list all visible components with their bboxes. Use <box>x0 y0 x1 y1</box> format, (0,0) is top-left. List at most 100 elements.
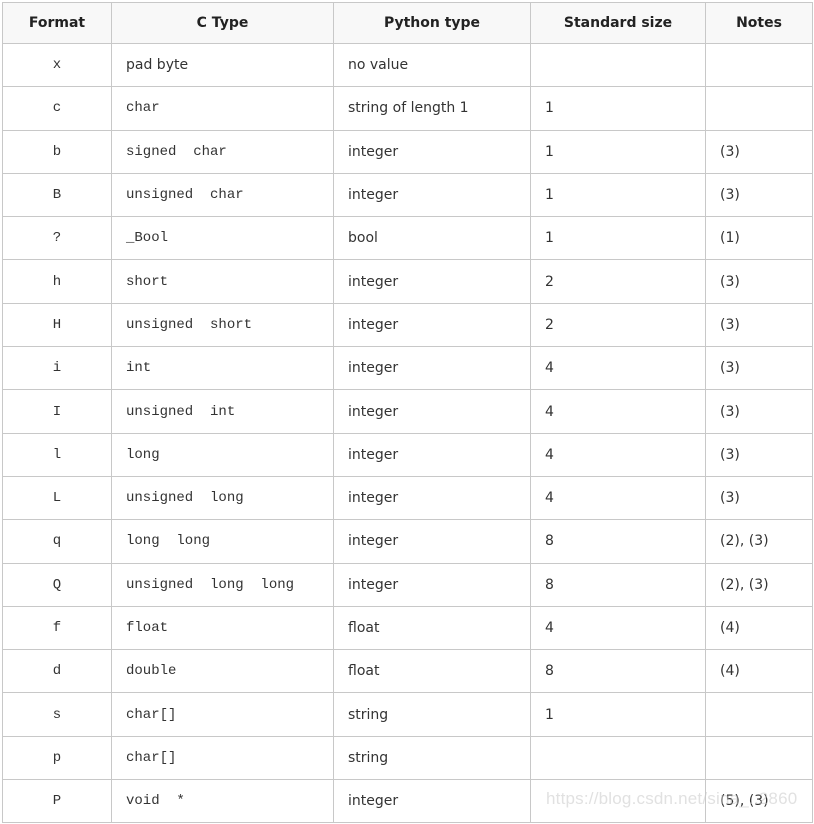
python-type-cell: integer <box>333 259 531 304</box>
standard-size-cell: 8 <box>530 562 706 607</box>
c-type-cell: signed char <box>111 129 334 174</box>
format-cell: q <box>2 519 112 564</box>
format-cell: f <box>2 605 112 651</box>
format-cell: c <box>2 86 112 131</box>
python-type-cell: integer <box>333 172 531 218</box>
python-type-cell: float <box>333 649 531 694</box>
table-row: p char[] string <box>2 735 813 781</box>
python-type-cell: integer <box>333 129 531 174</box>
standard-size-cell: 4 <box>530 432 706 477</box>
c-type-cell: short <box>111 259 334 304</box>
format-cell: b <box>2 129 112 174</box>
notes-cell <box>705 86 813 131</box>
format-cell: x <box>2 42 112 88</box>
standard-size-cell: 8 <box>530 519 706 564</box>
standard-size-cell: 1 <box>530 129 706 174</box>
python-type-cell: integer <box>333 389 531 434</box>
c-type-cell: unsigned long <box>111 475 334 521</box>
standard-size-cell: 4 <box>530 605 706 651</box>
python-type-cell: string <box>333 692 531 737</box>
table-row: Pvoid * integer (5), (3) <box>2 779 813 824</box>
c-type-cell: char <box>111 86 334 131</box>
standard-size-cell: 1 <box>530 692 706 737</box>
notes-cell <box>705 42 813 88</box>
notes-cell: (3) <box>705 129 813 174</box>
format-cell: s <box>2 692 112 737</box>
notes-cell <box>705 692 813 737</box>
standard-size-cell <box>530 42 706 88</box>
python-type-cell: string <box>333 735 531 781</box>
standard-size-cell: 4 <box>530 475 706 521</box>
struct-format-table: Format C Type Python type Standard size … <box>2 2 813 824</box>
python-type-cell: integer <box>333 302 531 348</box>
table-row: b signed char integer 1 (3) <box>2 129 813 174</box>
c-type-cell: char[] <box>111 692 334 737</box>
format-cell: d <box>2 649 112 694</box>
standard-size-cell: 1 <box>530 86 706 131</box>
table-row: c char string of length 11 <box>2 86 813 131</box>
notes-cell: (3) <box>705 432 813 477</box>
python-type-cell: integer <box>333 475 531 521</box>
python-type-cell: integer <box>333 779 531 824</box>
c-type-cell: char[] <box>111 735 334 781</box>
table-row: i int integer 4 (3) <box>2 346 813 391</box>
python-type-cell: integer <box>333 432 531 477</box>
c-type-cell: pad byte <box>111 42 334 88</box>
format-cell: H <box>2 302 112 348</box>
format-cell: h <box>2 259 112 304</box>
standard-size-cell <box>530 735 706 781</box>
header-format: Format <box>2 2 112 44</box>
c-type-cell: _Bool <box>111 216 334 261</box>
python-type-cell: integer <box>333 346 531 391</box>
standard-size-cell: 2 <box>530 302 706 348</box>
format-cell: B <box>2 172 112 218</box>
notes-cell: (3) <box>705 475 813 521</box>
standard-size-cell: 1 <box>530 216 706 261</box>
table-header-row: Format C Type Python type Standard size … <box>2 2 813 44</box>
python-type-cell: string of length 1 <box>333 86 531 131</box>
notes-cell: (4) <box>705 605 813 651</box>
notes-cell: (3) <box>705 389 813 434</box>
table-row: s char[] string 1 <box>2 692 813 737</box>
table-row: x pad byte no value <box>2 42 813 88</box>
python-type-cell: integer <box>333 519 531 564</box>
table-row: Lunsigned long integer 4 (3) <box>2 475 813 521</box>
table-row: l long integer 4 (3) <box>2 432 813 477</box>
standard-size-cell: 1 <box>530 172 706 218</box>
python-type-cell: integer <box>333 562 531 607</box>
notes-cell: (2), (3) <box>705 519 813 564</box>
c-type-cell: unsigned char <box>111 172 334 218</box>
c-type-cell: double <box>111 649 334 694</box>
format-cell: p <box>2 735 112 781</box>
format-cell: l <box>2 432 112 477</box>
table-row: Qunsigned long long integer 8 (2), (3) <box>2 562 813 607</box>
notes-cell: (3) <box>705 346 813 391</box>
page: Format C Type Python type Standard size … <box>0 0 814 824</box>
c-type-cell: float <box>111 605 334 651</box>
notes-cell <box>705 735 813 781</box>
standard-size-cell <box>530 779 706 824</box>
header-standard-size: Standard size <box>530 2 706 44</box>
table-row: f float float 4 (4) <box>2 605 813 651</box>
c-type-cell: int <box>111 346 334 391</box>
format-cell: i <box>2 346 112 391</box>
notes-cell: (3) <box>705 259 813 304</box>
python-type-cell: no value <box>333 42 531 88</box>
python-type-cell: bool <box>333 216 531 261</box>
table-row: ? _Bool bool 1 (1) <box>2 216 813 261</box>
standard-size-cell: 2 <box>530 259 706 304</box>
notes-cell: (3) <box>705 172 813 218</box>
header-notes: Notes <box>705 2 813 44</box>
header-c-type: C Type <box>111 2 334 44</box>
table-row: Iunsigned int integer 4 (3) <box>2 389 813 434</box>
format-cell: I <box>2 389 112 434</box>
notes-cell: (5), (3) <box>705 779 813 824</box>
c-type-cell: void * <box>111 779 334 824</box>
format-cell: ? <box>2 216 112 261</box>
c-type-cell: unsigned int <box>111 389 334 434</box>
format-cell: L <box>2 475 112 521</box>
format-cell: Q <box>2 562 112 607</box>
c-type-cell: long long <box>111 519 334 564</box>
standard-size-cell: 8 <box>530 649 706 694</box>
table-row: Bunsigned char integer 1 (3) <box>2 172 813 218</box>
